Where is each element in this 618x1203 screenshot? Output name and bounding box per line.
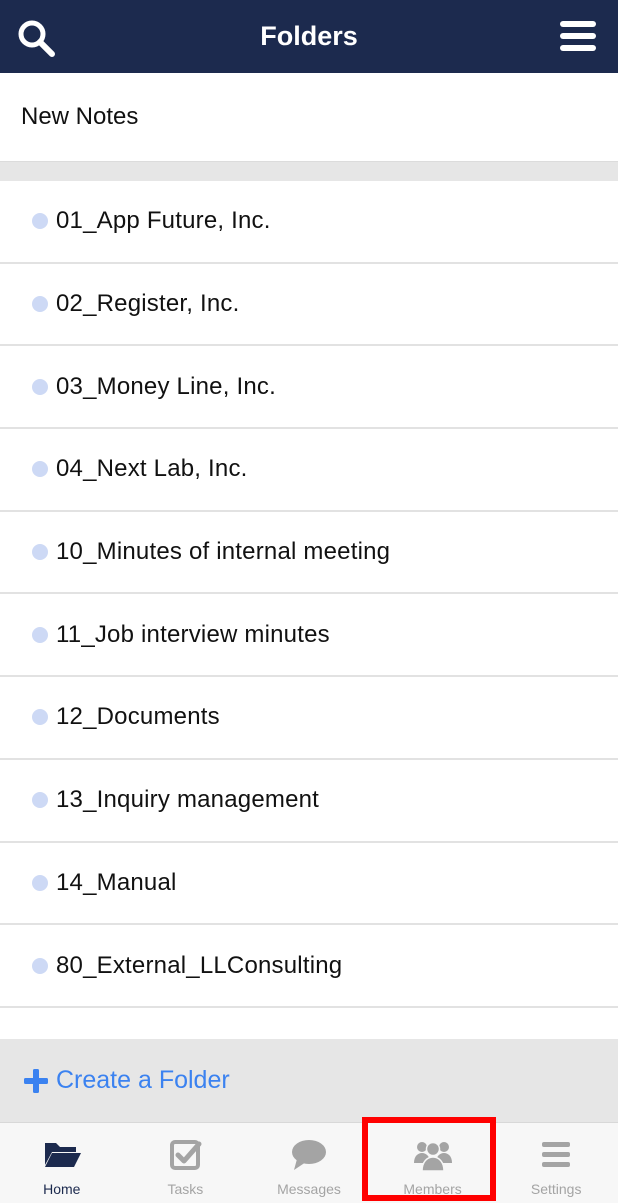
tab-messages-label: Messages — [277, 1181, 341, 1197]
folder-dot-icon — [32, 296, 48, 313]
folder-label: 13_Inquiry management — [56, 786, 320, 814]
list-icon — [542, 1142, 571, 1167]
tab-messages[interactable]: Messages — [247, 1123, 371, 1203]
tab-tasks-label: Tasks — [167, 1181, 204, 1197]
folder-dot-icon — [32, 874, 48, 891]
folder-list: 01_App Future, Inc. 02_Register, Inc. 03… — [0, 181, 618, 1008]
folder-dot-icon — [32, 626, 48, 643]
folder-item[interactable]: 01_App Future, Inc. — [0, 181, 618, 264]
users-icon — [413, 1141, 452, 1172]
list-end-spacer — [0, 1008, 618, 1039]
search-button[interactable] — [16, 18, 56, 58]
tab-home[interactable]: Home — [0, 1123, 124, 1203]
folder-dot-icon — [32, 792, 48, 809]
folder-item[interactable]: 14_Manual — [0, 842, 618, 926]
checkbox-icon — [170, 1140, 202, 1170]
folder-item[interactable]: 12_Documents — [0, 677, 618, 760]
new-notes-item[interactable]: New Notes — [0, 73, 618, 161]
folder-item[interactable]: 02_Register, Inc. — [0, 263, 618, 347]
tab-tasks[interactable]: Tasks — [124, 1123, 248, 1203]
folder-dot-icon — [32, 378, 48, 395]
page-title: Folders — [260, 21, 358, 51]
folder-dot-icon — [32, 957, 48, 974]
folder-label: 03_Money Line, Inc. — [56, 372, 276, 400]
folder-label: 14_Manual — [56, 868, 177, 896]
tab-home-label: Home — [43, 1181, 81, 1197]
menu-button[interactable] — [560, 20, 596, 52]
folder-label: 10_Minutes of internal meeting — [56, 538, 391, 566]
new-notes-label: New Notes — [21, 103, 139, 130]
tab-members[interactable]: Members — [371, 1123, 495, 1203]
folder-open-icon — [44, 1143, 81, 1167]
section-divider — [0, 161, 618, 181]
tab-settings-label: Settings — [530, 1181, 582, 1197]
folder-dot-icon — [32, 709, 48, 726]
folder-label: 01_App Future, Inc. — [56, 207, 271, 235]
folder-label: 04_Next Lab, Inc. — [56, 455, 248, 483]
chat-bubble-icon — [291, 1140, 326, 1170]
create-folder-button[interactable]: Create a Folder — [0, 1039, 618, 1122]
tab-settings[interactable]: Settings — [494, 1123, 618, 1203]
folder-item[interactable]: 03_Money Line, Inc. — [0, 346, 618, 430]
folder-item[interactable]: 10_Minutes of internal meeting — [0, 511, 618, 595]
folder-item[interactable]: 13_Inquiry management — [0, 759, 618, 843]
folder-label: 02_Register, Inc. — [56, 290, 240, 318]
folder-dot-icon — [32, 544, 48, 561]
tab-bar: Home Tasks Messages Members Settings — [0, 1122, 618, 1203]
folder-dot-icon — [32, 213, 48, 230]
tab-members-label: Members — [403, 1181, 462, 1197]
search-icon — [18, 20, 55, 57]
folder-item[interactable]: 11_Job interview minutes — [0, 594, 618, 678]
folder-dot-icon — [32, 461, 48, 478]
folder-label: 80_External_LLConsulting — [56, 951, 343, 979]
folder-label: 12_Documents — [56, 703, 220, 731]
folder-label: 11_Job interview minutes — [56, 620, 330, 648]
folder-item[interactable]: 04_Next Lab, Inc. — [0, 429, 618, 512]
app-header: Folders — [0, 0, 618, 73]
create-folder-label: Create a Folder — [56, 1066, 230, 1094]
hamburger-menu-icon — [560, 21, 596, 51]
plus-icon — [24, 1068, 48, 1093]
folder-item[interactable]: 80_External_LLConsulting — [0, 925, 618, 1008]
